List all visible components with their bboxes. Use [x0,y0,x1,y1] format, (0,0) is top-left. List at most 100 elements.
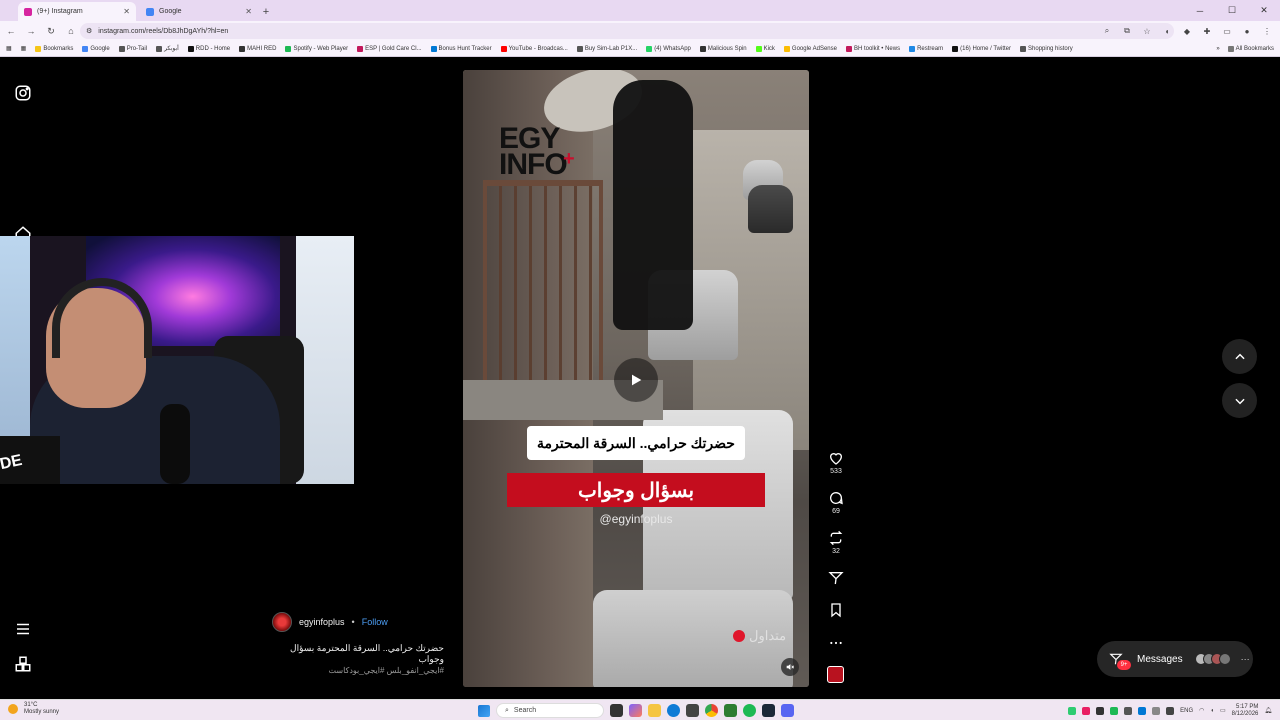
minimize-icon[interactable]: ─ [1184,0,1216,21]
tray-app-icon[interactable] [1166,706,1175,715]
site-info-icon[interactable]: ⚙ [86,27,92,35]
ellipsis-icon[interactable] [828,635,844,651]
reel-video[interactable]: EGY INFO + حضرتك حرامي.. السرقة المحترمة… [463,70,809,687]
forward-icon[interactable]: → [22,22,40,40]
more-options-action[interactable] [826,635,846,651]
bookmark-item[interactable]: Buy Sim-Lab P1X... [576,45,637,52]
xbox-icon[interactable] [724,704,737,717]
bookmarks-overflow-icon[interactable]: » [1216,46,1219,52]
post-hashtags[interactable]: #ايجي_انفو_بلس #ايجي_بودكاست [278,666,444,675]
bookmark-item[interactable]: Google AdSense [783,45,837,52]
clock[interactable]: 5:17 PM 8/12/2026 [1232,704,1259,718]
extension-icon[interactable]: ◆ [1178,23,1196,39]
maximize-icon[interactable]: ☐ [1216,0,1248,21]
comment-icon[interactable] [828,490,844,506]
instagram-logo-icon[interactable] [14,84,32,102]
bookmark-item[interactable]: Spotify - Web Player [285,45,348,52]
spotify-icon[interactable] [743,704,756,717]
store-icon[interactable] [686,704,699,717]
reload-icon[interactable]: ↻ [42,22,60,40]
bookmark-icon[interactable] [828,602,844,618]
bookmark-item[interactable]: Shopping history [1020,45,1073,52]
save-action[interactable] [826,602,846,618]
all-bookmarks[interactable]: All Bookmarks [1227,46,1274,52]
wifi-icon[interactable]: ◠ [1199,707,1204,714]
language-indicator[interactable]: ENG [1180,708,1193,714]
sound-icon[interactable]: ◖ [1158,23,1176,39]
battery-icon[interactable]: ▭ [1220,707,1226,714]
bookmark-item[interactable]: أبوبكر [156,45,179,52]
audio-avatar-icon[interactable] [827,666,844,683]
steam-icon[interactable] [762,704,775,717]
messages-button[interactable]: 9+ Messages ··· [1097,641,1253,677]
bookmark-item[interactable]: Pro-Tail [118,45,147,52]
previous-reel-button[interactable] [1222,339,1257,374]
file-explorer-icon[interactable] [648,704,661,717]
bookmark-item[interactable]: BH toolkit • News [845,45,900,52]
zoom-icon[interactable]: ⌕ [1098,23,1116,39]
notifications-icon[interactable]: 🔔︎ [1264,707,1272,714]
apps-grid-icon[interactable]: ▦ [6,45,12,52]
volume-icon[interactable]: ◖ [1210,708,1214,714]
bookmark-star-icon[interactable]: ☆ [1138,23,1156,39]
chrome-icon[interactable] [705,704,718,717]
repost-icon[interactable] [828,530,844,546]
back-icon[interactable]: ← [2,22,20,40]
more-menu-icon[interactable] [14,620,32,638]
bookmark-item[interactable]: ESP | Gold Care Cl... [357,45,422,52]
bookmark-item[interactable]: Kick [755,45,775,52]
windows-start-icon[interactable] [478,704,490,717]
task-view-icon[interactable] [610,704,623,717]
close-tab-icon[interactable]: ✕ [245,7,252,16]
bookmark-item[interactable]: Bonus Hunt Tracker [430,45,492,52]
bookmark-item[interactable]: (4) WhatsApp [646,45,691,52]
tray-app-icon[interactable] [1152,706,1161,715]
profile-avatar-icon[interactable]: ● [1238,23,1256,39]
bookmark-item[interactable]: MAHI RED [239,45,276,52]
bookmark-item[interactable]: (16) Home / Twitter [952,45,1011,52]
split-view-icon[interactable]: ▭ [1218,23,1236,39]
bookmark-item[interactable]: Malicious Spin [699,45,747,52]
tray-app-icon[interactable] [1138,706,1147,715]
mute-button[interactable] [781,658,799,676]
bookmark-item[interactable]: Google [82,45,110,52]
edge-icon[interactable] [667,704,680,717]
install-app-icon[interactable]: ⧉ [1118,23,1136,39]
author-username[interactable]: egyinfoplus [299,617,345,627]
discord-icon[interactable] [781,704,794,717]
next-reel-button[interactable] [1222,383,1257,418]
tray-app-icon[interactable] [1082,706,1091,715]
taskbar-search[interactable]: ⌕ Search [496,703,604,718]
tray-app-icon[interactable] [1124,706,1133,715]
home-icon[interactable]: ⌂ [62,22,80,40]
tray-app-icon[interactable] [1068,706,1077,715]
repost-action[interactable]: 32 [826,530,846,555]
copilot-icon[interactable] [629,704,642,717]
close-window-icon[interactable]: ✕ [1248,0,1280,21]
bookmark-item[interactable]: YouTube - Broadcas... [500,45,568,52]
like-action[interactable]: 533 [826,450,846,475]
play-button[interactable] [614,358,658,402]
tray-app-icon[interactable] [1096,706,1105,715]
share-action[interactable] [826,570,846,586]
apps-grid-icon-2[interactable]: ▦ [21,45,27,52]
extensions-puzzle-icon[interactable]: ✚ [1198,23,1216,39]
meta-apps-icon[interactable] [14,655,32,673]
menu-kebab-icon[interactable]: ⋮ [1258,23,1276,39]
heart-icon[interactable] [828,450,844,466]
tab-instagram[interactable]: (9+) Instagram ✕ [18,2,136,21]
tab-google[interactable]: Google ✕ [140,2,258,21]
tray-app-icon[interactable] [1110,706,1119,715]
video-handle: @egyinfoplus [599,512,673,526]
bookmark-item[interactable]: RDD - Home [187,45,230,52]
follow-button[interactable]: Follow [362,617,388,627]
weather-widget[interactable]: 31°C Mostly sunny [8,702,59,716]
close-tab-icon[interactable]: ✕ [123,7,130,16]
address-bar[interactable]: ⚙ instagram.com/reels/Db8JhDgAYh/?hl=en [80,23,1174,39]
share-icon[interactable] [828,570,844,586]
new-tab-button[interactable]: + [258,2,274,21]
author-avatar[interactable] [272,612,292,632]
bookmark-item[interactable]: Bookmarks [35,45,73,52]
comment-action[interactable]: 69 [826,490,846,515]
bookmark-item[interactable]: Restream [909,45,943,52]
